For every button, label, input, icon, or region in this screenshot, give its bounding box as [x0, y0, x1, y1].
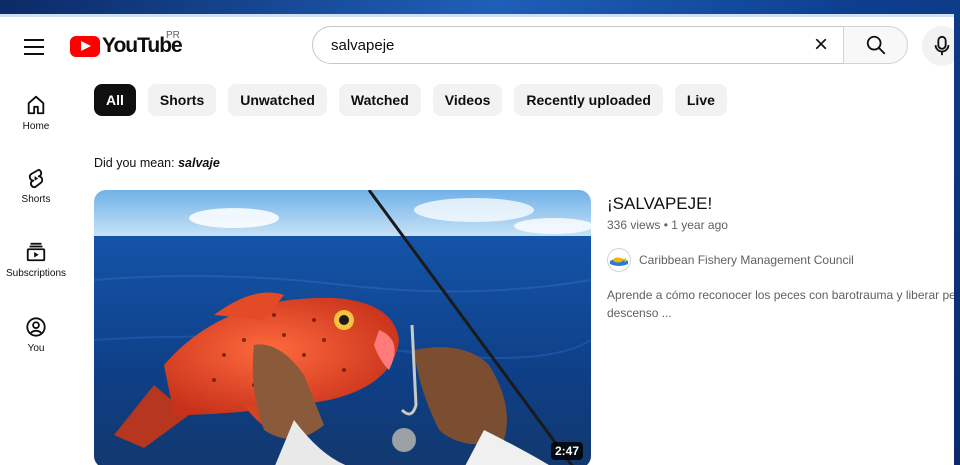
video-thumbnail[interactable]: 2:47	[94, 190, 591, 465]
channel-name: Caribbean Fishery Management Council	[639, 253, 854, 267]
channel-link[interactable]: Caribbean Fishery Management Council	[607, 248, 854, 272]
menu-icon-bar	[24, 39, 44, 41]
voice-search-button[interactable]	[922, 26, 954, 66]
video-meta: 336 views • 1 year ago	[607, 218, 728, 232]
chip-watched[interactable]: Watched	[338, 84, 421, 116]
close-icon: ×	[813, 31, 828, 58]
chip-recently-uploaded[interactable]: Recently uploaded	[514, 84, 663, 116]
you-icon	[26, 317, 46, 337]
search-box: ×	[312, 26, 844, 64]
search-input[interactable]	[329, 35, 813, 55]
channel-avatar	[607, 248, 631, 272]
chip-unwatched[interactable]: Unwatched	[228, 84, 327, 116]
subscriptions-icon	[26, 242, 46, 262]
did-you-mean: Did you mean: salvaje	[94, 156, 220, 170]
sidebar-label-you: You	[27, 343, 45, 354]
chip-shorts[interactable]: Shorts	[147, 84, 217, 116]
filter-chips: All Shorts Unwatched Watched Videos Rece…	[94, 84, 727, 116]
youtube-window: YouTube PR × Home Shorts	[0, 14, 954, 465]
sidebar-label-home: Home	[22, 121, 50, 132]
description-line: Aprende a cómo reconocer los peces con b…	[607, 288, 954, 302]
video-title[interactable]: ¡SALVAPEJE!	[607, 194, 712, 214]
sidebar-item-shorts[interactable]: Shorts	[0, 167, 72, 205]
chip-all[interactable]: All	[94, 84, 136, 116]
menu-icon-bar	[24, 46, 44, 48]
menu-button[interactable]	[22, 36, 46, 56]
video-duration-badge: 2:47	[550, 442, 583, 460]
shorts-icon	[28, 168, 44, 189]
sidebar-label-subscriptions: Subscriptions	[5, 268, 67, 279]
video-description: Aprende a cómo reconocer los peces con b…	[607, 286, 954, 322]
window-top-border	[0, 14, 954, 17]
search-button[interactable]	[843, 26, 908, 64]
sidebar-item-you[interactable]: You	[0, 316, 72, 354]
did-you-mean-prefix: Did you mean:	[94, 156, 179, 170]
sidebar-label-shorts: Shorts	[21, 194, 51, 205]
suggestion-link[interactable]: salvaje	[178, 156, 220, 170]
menu-icon-bar	[24, 53, 44, 55]
channel-logo-icon	[607, 248, 631, 272]
microphone-icon	[934, 35, 950, 56]
search-icon	[866, 35, 885, 55]
chip-videos[interactable]: Videos	[432, 84, 503, 116]
chip-live[interactable]: Live	[674, 84, 727, 116]
sidebar-item-subscriptions[interactable]: Subscriptions	[0, 241, 72, 279]
description-line: descenso ...	[607, 306, 672, 320]
home-icon	[27, 95, 45, 115]
thumbnail-image	[94, 190, 591, 465]
clear-search-button[interactable]: ×	[809, 33, 833, 57]
youtube-play-icon	[70, 35, 100, 57]
country-code: PR	[166, 30, 180, 41]
youtube-logo[interactable]: YouTube PR	[70, 30, 183, 58]
sidebar-item-home[interactable]: Home	[0, 94, 72, 132]
